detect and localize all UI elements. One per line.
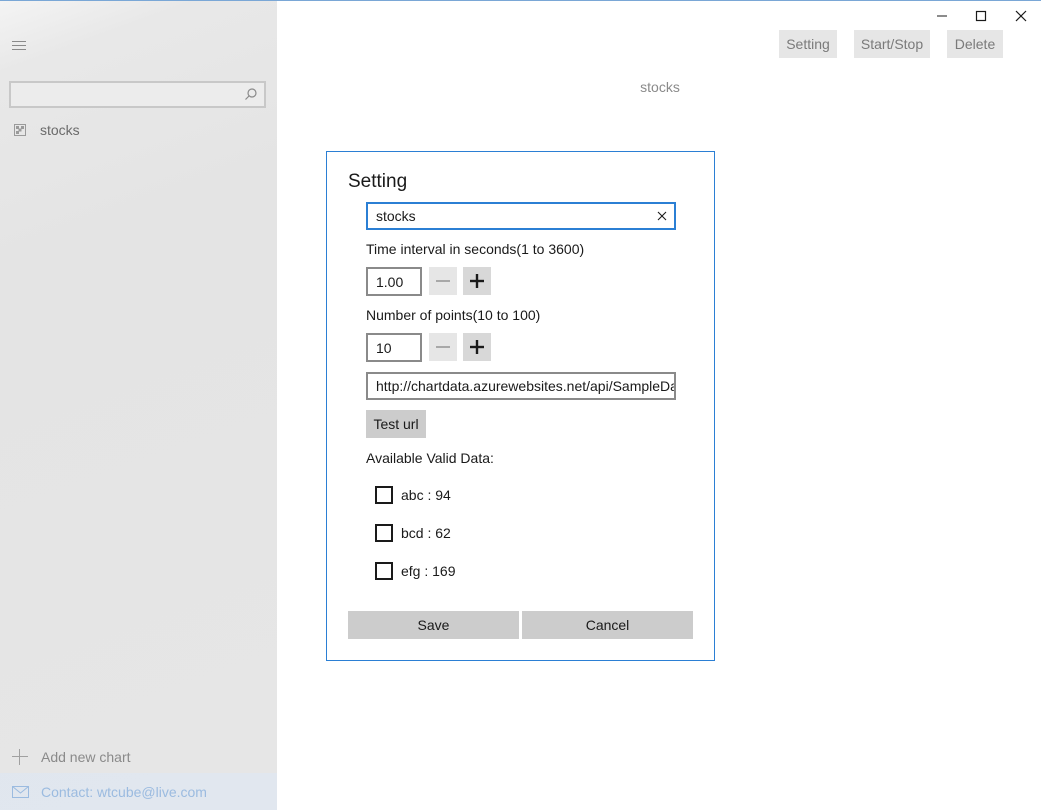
data-item-label: abc : 94 <box>401 487 451 503</box>
dialog-title: Setting <box>348 171 408 192</box>
data-url-field[interactable]: http://chartdata.azurewebsites.net/api/S… <box>366 372 676 400</box>
delete-button-label: Delete <box>954 36 996 52</box>
minus-icon <box>436 346 450 348</box>
close-icon[interactable] <box>1012 7 1030 25</box>
delete-button[interactable]: Delete <box>947 30 1003 58</box>
cancel-button[interactable]: Cancel <box>522 611 693 639</box>
points-label: Number of points(10 to 100) <box>366 307 541 323</box>
start-stop-button-label: Start/Stop <box>860 36 924 52</box>
sidebar-item-label: stocks <box>40 122 80 138</box>
contact-link[interactable]: Contact: wtcube@live.com <box>0 773 277 810</box>
save-button-label: Save <box>417 617 450 633</box>
sidebar-item-stocks[interactable]: stocks <box>14 121 80 139</box>
search-input[interactable] <box>9 81 266 108</box>
data-url-value: http://chartdata.azurewebsites.net/api/S… <box>376 378 676 394</box>
interval-input[interactable]: 1.00 <box>366 267 422 296</box>
points-increment-button[interactable] <box>463 333 491 361</box>
checkbox[interactable] <box>375 486 393 504</box>
save-button[interactable]: Save <box>348 611 519 639</box>
data-item-checkbox[interactable]: bcd : 62 <box>375 524 451 542</box>
points-decrement-button[interactable] <box>429 333 457 361</box>
setting-button-label: Setting <box>786 36 830 52</box>
minimize-icon[interactable] <box>933 7 951 25</box>
test-url-button[interactable]: Test url <box>366 410 426 438</box>
interval-increment-button[interactable] <box>463 267 491 295</box>
setting-button[interactable]: Setting <box>779 30 837 58</box>
cancel-button-label: Cancel <box>585 617 630 633</box>
setting-dialog: Setting stocks Time interval in seconds(… <box>326 151 715 661</box>
data-item-label: bcd : 62 <box>401 525 451 541</box>
checkbox[interactable] <box>375 562 393 580</box>
points-input[interactable]: 10 <box>366 333 422 362</box>
chart-name-value: stocks <box>376 208 416 224</box>
hamburger-icon[interactable] <box>12 41 28 57</box>
page-title: stocks <box>640 79 680 95</box>
interval-label: Time interval in seconds(1 to 3600) <box>366 241 585 257</box>
plus-icon <box>470 274 484 288</box>
interval-value: 1.00 <box>376 273 404 290</box>
data-item-checkbox[interactable]: abc : 94 <box>375 486 451 504</box>
chart-icon <box>14 124 26 136</box>
start-stop-button[interactable]: Start/Stop <box>854 30 930 58</box>
add-new-chart-label: Add new chart <box>41 749 131 765</box>
contact-label: Contact: wtcube@live.com <box>41 784 207 800</box>
app-window: stocks Add new chart Contact: wtcube@liv… <box>0 0 1041 810</box>
clear-icon[interactable] <box>656 210 668 222</box>
mail-icon <box>12 786 29 798</box>
data-item-checkbox[interactable]: efg : 169 <box>375 562 456 580</box>
test-url-label: Test url <box>373 416 419 432</box>
minus-icon <box>436 280 450 282</box>
sidebar: stocks Add new chart Contact: wtcube@liv… <box>0 1 277 810</box>
chart-name-field[interactable]: stocks <box>366 202 676 230</box>
search-icon[interactable] <box>244 87 258 101</box>
interval-decrement-button[interactable] <box>429 267 457 295</box>
add-new-chart-button[interactable]: Add new chart <box>12 749 131 765</box>
points-value: 10 <box>376 339 392 356</box>
data-item-label: efg : 169 <box>401 563 456 579</box>
plus-icon <box>470 340 484 354</box>
plus-icon <box>12 749 28 765</box>
checkbox[interactable] <box>375 524 393 542</box>
maximize-icon[interactable] <box>972 7 990 25</box>
available-data-label: Available Valid Data: <box>366 450 494 466</box>
